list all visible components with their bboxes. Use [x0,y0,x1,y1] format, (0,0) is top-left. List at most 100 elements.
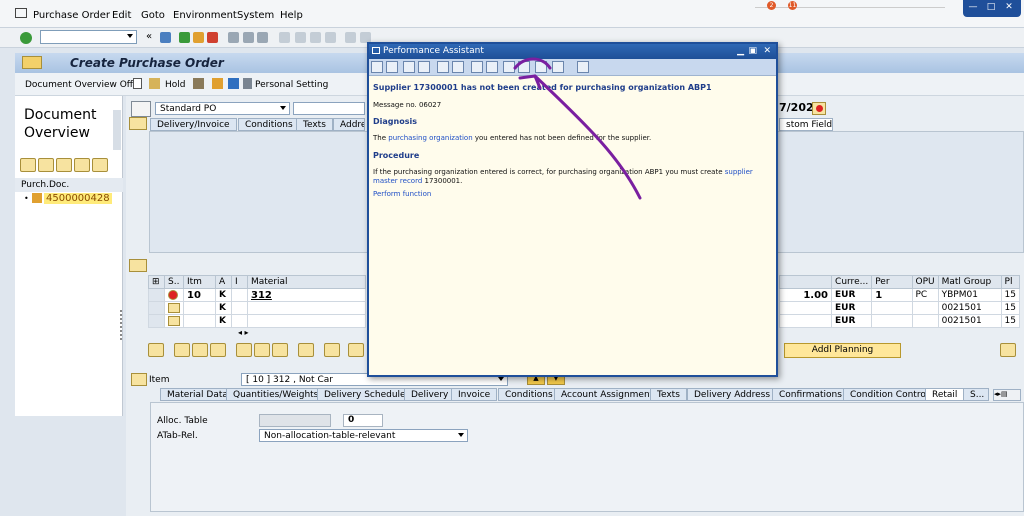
technical-info-icon[interactable] [418,61,430,73]
menu-goto[interactable]: Goto [141,10,165,21]
currency-cell[interactable]: EUR [831,314,873,328]
col-material[interactable]: Material [247,275,366,289]
filter-icon[interactable] [348,343,364,357]
atab-rel-select[interactable]: Non-allocation-table-relevant [259,429,468,442]
amount-cell[interactable] [778,301,833,315]
next-page-icon[interactable] [310,32,321,43]
first-page-icon[interactable] [279,32,290,43]
checks-icon[interactable] [193,78,204,89]
last-page-icon[interactable] [325,32,336,43]
home-icon[interactable] [403,61,415,73]
matl-group-cell[interactable]: 0021501 [937,314,1002,328]
plant-cell[interactable]: 15 [1000,301,1021,315]
purchase-document-link[interactable]: 4500000428 [44,193,112,204]
acct-assign-cell[interactable]: K [215,314,232,328]
opu-cell[interactable] [911,301,939,315]
close-icon[interactable]: ✕ [1002,2,1016,13]
col-matl-group[interactable]: Matl Group [937,275,1002,289]
sort-icon[interactable] [324,343,340,357]
items-collapse-icon[interactable] [129,259,147,272]
menu-toggle-icon[interactable] [22,56,42,69]
tab-condition-control[interactable]: Condition Control [843,388,936,401]
addl-planning-button[interactable]: Addl Planning [784,343,901,358]
col-amount[interactable] [778,275,833,289]
tab-delivery-schedule[interactable]: Delivery Schedule [317,388,413,401]
col-currency[interactable]: Curre... [831,275,873,289]
tab-conditions[interactable]: Conditions [238,118,300,131]
paste-icon[interactable] [192,343,208,357]
tab-custom-fields[interactable]: stom Fields [779,118,833,131]
item-number[interactable]: 10 [183,288,216,302]
find-icon[interactable] [243,32,254,43]
tab-quantities-weights[interactable]: Quantities/Weights [226,388,326,401]
splitter-handle[interactable] [120,310,124,340]
chevron-down-icon[interactable] [280,106,286,110]
menu-edit[interactable]: Edit [112,10,131,21]
tab-delivery-invoice[interactable]: Delivery/Invoice [150,118,237,131]
menu-help[interactable]: Help [280,10,303,21]
chevron-down-icon[interactable] [127,34,133,38]
back-icon[interactable] [371,61,383,73]
item-number[interactable] [183,301,216,315]
matl-group-cell[interactable]: YBPM01 [937,288,1002,302]
table-row[interactable]: K [148,314,366,328]
scroll-left-icon[interactable]: ◂ ▸ [238,328,249,337]
currency-cell[interactable]: EUR [831,301,873,315]
cancel-icon[interactable] [207,32,218,43]
amount-cell[interactable]: 1.00 [778,288,833,302]
new-session-icon[interactable] [345,32,356,43]
plant-cell[interactable]: 15 [1000,314,1021,328]
dialog-maximize-icon[interactable]: ▣ [748,46,757,56]
notification-badge[interactable]: 2 [767,1,776,10]
details-icon[interactable] [148,343,164,357]
material-cell[interactable] [247,314,366,328]
prev-page-icon[interactable] [295,32,306,43]
nav-select-icon[interactable] [20,158,36,172]
tab-address[interactable]: Addres [333,118,365,131]
dialog-close-icon[interactable]: ✕ [763,46,771,56]
opu-cell[interactable]: PC [911,288,939,302]
tab-invoice[interactable]: Invoice [451,388,498,401]
menu-purchase-order[interactable]: Purchase Order [33,10,110,21]
more-icon[interactable] [1000,343,1016,357]
menu-environment[interactable]: Environment [173,10,237,21]
print-preview-icon[interactable] [212,78,223,89]
nav-layout-icon[interactable] [74,158,90,172]
nav-sort-icon[interactable] [56,158,72,172]
plant-cell[interactable]: 15 [1000,288,1021,302]
personal-setting-button[interactable]: Personal Setting [255,80,328,90]
notification-badge-2[interactable]: 11 [788,1,797,10]
status-icon[interactable] [812,102,826,115]
material-cell[interactable]: 312 [247,288,366,302]
exit-icon[interactable] [193,32,204,43]
table-row[interactable]: EUR 0021501 15 [778,301,1021,315]
select-icon[interactable] [298,343,314,357]
table-row[interactable]: EUR 0021501 15 [778,314,1021,328]
command-field[interactable] [40,30,137,44]
col-status[interactable]: S.. [164,275,184,289]
purchasing-org-link[interactable]: purchasing organization [388,134,472,142]
tab-account-assignment[interactable]: Account Assignment [554,388,661,401]
clipboard-icon[interactable] [210,343,226,357]
nav-settings-icon[interactable] [92,158,108,172]
tools-icon[interactable] [452,61,464,73]
opu-cell[interactable] [911,314,939,328]
tab-retail[interactable]: Retail [925,388,965,401]
tab-material-data[interactable]: Material Data [160,388,235,401]
col-per[interactable]: Per [871,275,913,289]
table-row[interactable]: 10 K 312 [148,288,366,302]
dialog-minimize-icon[interactable]: ▁ [737,46,744,56]
minimize-icon[interactable]: — [966,2,980,13]
tab-delivery[interactable]: Delivery [404,388,456,401]
sap-menu-icon[interactable] [15,8,27,18]
chevron-down-icon[interactable] [458,433,464,437]
tab-more[interactable]: S... [963,388,989,401]
per-cell[interactable]: 1 [871,288,913,302]
col-item[interactable]: Itm [183,275,216,289]
new-document-icon[interactable] [133,78,142,89]
save-icon[interactable] [160,32,171,43]
item-number[interactable] [183,314,216,328]
forward-icon[interactable] [386,61,398,73]
rewind-icon[interactable]: « [146,31,152,42]
chevron-down-icon[interactable] [498,377,504,381]
